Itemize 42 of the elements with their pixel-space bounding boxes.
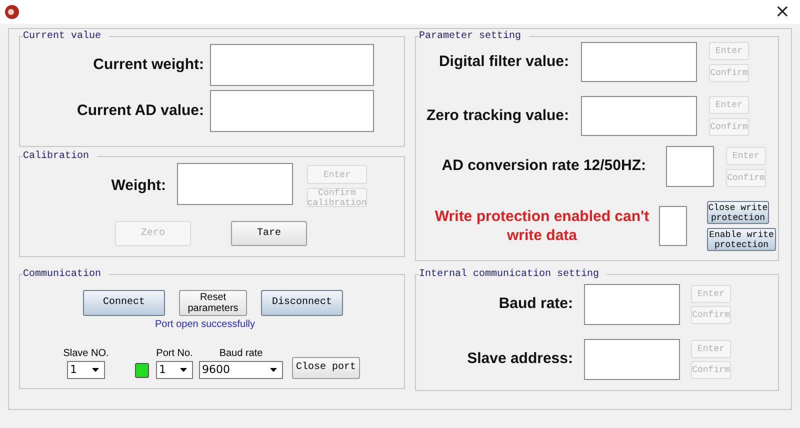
group-title: Internal communication setting (419, 269, 600, 280)
app-icon (4, 4, 20, 20)
close-button[interactable]: × (774, 3, 790, 21)
dropdown[interactable]: 9600 (199, 361, 283, 379)
input-field[interactable] (581, 42, 697, 82)
group-title: Current value (23, 31, 102, 42)
warning-text: Write protection enabled can't write data (434, 207, 650, 245)
input-field[interactable] (210, 44, 374, 86)
button[interactable]: Close write protection (707, 201, 769, 224)
field-label: Baud rate (219, 347, 263, 361)
field-label: Current weight: (92, 54, 204, 75)
field-label: AD conversion rate 12/50HZ: (440, 156, 646, 176)
caret-icon (92, 368, 99, 372)
input-field[interactable] (584, 284, 680, 325)
field-label: Baud rate: (498, 294, 573, 314)
button[interactable]: Reset parameters (179, 290, 247, 316)
caret-icon (180, 368, 187, 372)
group-title: Communication (23, 269, 102, 280)
button[interactable]: Disconnect (261, 290, 343, 316)
field-label: Slave address: (466, 349, 573, 370)
indicator-box (659, 206, 687, 246)
button[interactable]: Connect (83, 290, 165, 316)
field-label: Current AD value: (76, 100, 204, 121)
input-field[interactable] (210, 90, 374, 132)
field-label: Digital filter value: (438, 52, 569, 72)
dropdown[interactable]: 1 (67, 361, 105, 379)
input-field[interactable] (177, 163, 293, 205)
field-label: Port No. (156, 347, 193, 361)
dropdown[interactable]: 1 (156, 361, 193, 379)
input-field[interactable] (584, 339, 680, 380)
group-title: Parameter setting (419, 31, 522, 42)
caret-icon (270, 368, 277, 372)
button[interactable]: Enable write protection (707, 228, 776, 251)
group-title: Calibration (23, 151, 90, 162)
field-label: Weight: (110, 176, 166, 196)
status-text: Port open successfully (154, 318, 256, 332)
field-label: Slave NO. (63, 347, 109, 361)
input-field[interactable] (581, 96, 697, 136)
button[interactable]: Tare (231, 221, 307, 246)
input-field[interactable] (666, 146, 714, 187)
field-label: Zero tracking value: (425, 106, 569, 126)
button[interactable]: Close port (292, 357, 360, 379)
